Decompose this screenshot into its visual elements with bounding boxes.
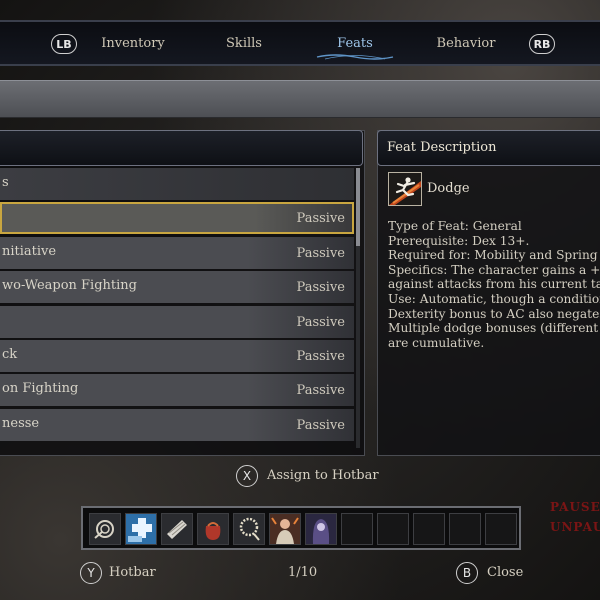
page-indicator: 1/10 <box>288 565 318 580</box>
header-strip <box>0 80 600 118</box>
hotbar-slot-9[interactable] <box>377 513 409 545</box>
feat-list-title-bar <box>0 130 363 166</box>
feat-row[interactable]: on Fighting Passive <box>0 374 354 407</box>
feat-type: Passive <box>296 348 345 364</box>
rope-coil-icon <box>90 514 120 544</box>
close-label[interactable]: Close <box>487 565 523 580</box>
x-button-icon[interactable]: X <box>236 465 258 487</box>
hotbar-slot-11[interactable] <box>449 513 481 545</box>
tab-behavior[interactable]: Behavior <box>437 36 496 51</box>
b-button-icon[interactable]: B <box>456 562 478 584</box>
tab-bar: LB Inventory Skills Feats Behavior RB <box>0 20 600 66</box>
hotbar <box>81 506 521 550</box>
hotbar-slot-2[interactable] <box>125 513 157 545</box>
hotbar-slot-12[interactable] <box>485 513 517 545</box>
feat-type: Passive <box>296 211 345 227</box>
feat-row-dodge[interactable]: Passive <box>0 202 354 235</box>
hotbar-slot-3[interactable] <box>161 513 193 545</box>
lb-button[interactable]: LB <box>51 34 77 54</box>
tab-inventory[interactable]: Inventory <box>101 36 165 51</box>
feat-list-scrollbar[interactable] <box>356 168 360 448</box>
hotbar-slot-1[interactable] <box>89 513 121 545</box>
feat-category-label: s <box>2 175 9 190</box>
hotbar-slot-7[interactable] <box>305 513 337 545</box>
description-line: are cumulative. <box>388 335 485 350</box>
feat-row[interactable]: nitiative Passive <box>0 236 354 269</box>
hotbar-slot-8[interactable] <box>341 513 373 545</box>
feat-row[interactable]: nesse Passive <box>0 408 354 441</box>
feat-type: Passive <box>296 280 345 296</box>
description-line: Use: Automatic, though a condition t <box>388 291 600 306</box>
bandage-icon <box>162 514 192 544</box>
feat-name: nesse <box>2 415 40 431</box>
feat-category-row[interactable]: s <box>0 168 354 200</box>
description-line: Required for: Mobility and Spring Att <box>388 248 600 263</box>
paused-indicator: PAUSE UNPAU <box>550 500 600 534</box>
feat-name: on Fighting <box>2 381 79 397</box>
feat-type: Passive <box>296 383 345 399</box>
rosary-icon <box>234 514 264 544</box>
healing-cross-icon <box>126 514 156 544</box>
unpause-text: UNPAU <box>550 520 600 534</box>
feat-list: s Passive nitiative Passive wo-Weapon Fi… <box>0 168 354 443</box>
dodge-feat-icon <box>388 172 422 206</box>
hotbar-label[interactable]: Hotbar <box>109 565 156 580</box>
hotbar-slot-4[interactable] <box>197 513 229 545</box>
hotbar-slot-6[interactable] <box>269 513 301 545</box>
description-line: against attacks from his current targe <box>388 277 600 292</box>
hotbar-slot-5[interactable] <box>233 513 265 545</box>
paused-text: PAUSE <box>550 500 600 514</box>
feat-row[interactable]: wo-Weapon Fighting Passive <box>0 271 354 304</box>
feat-type: Passive <box>296 245 345 261</box>
rb-button[interactable]: RB <box>529 34 555 54</box>
feat-type: Passive <box>296 417 345 433</box>
hooded-portrait-icon <box>306 514 336 544</box>
description-line: Prerequisite: Dex 13+. <box>388 233 530 248</box>
feat-row[interactable]: Passive <box>0 305 354 338</box>
scroll-thumb[interactable] <box>356 168 360 246</box>
feat-description-title: Feat Description <box>387 140 497 155</box>
tab-skills[interactable]: Skills <box>226 36 262 51</box>
hotbar-slot-10[interactable] <box>413 513 445 545</box>
description-line: Type of Feat: General <box>388 219 522 233</box>
active-tab-ornament-icon <box>316 54 394 60</box>
feat-row[interactable]: ck Passive <box>0 339 354 372</box>
description-line: Specifics: The character gains a +1 do <box>388 262 600 277</box>
description-line: Multiple dodge bonuses (different fea <box>388 321 600 336</box>
feat-name: wo-Weapon Fighting <box>2 278 137 294</box>
assign-to-hotbar-label[interactable]: Assign to Hotbar <box>267 468 379 483</box>
tab-feats[interactable]: Feats <box>337 36 373 51</box>
description-line: Dexterity bonus to AC also negates an <box>388 306 600 321</box>
feat-description-text: Type of Feat: General Prerequisite: Dex … <box>388 219 600 350</box>
feat-name: ck <box>2 346 18 362</box>
feat-description-title-bar: Feat Description <box>377 130 600 166</box>
feat-name: nitiative <box>2 243 57 259</box>
feat-type: Passive <box>296 314 345 330</box>
feat-name-label: Dodge <box>427 181 470 196</box>
pouch-icon <box>198 514 228 544</box>
character-portrait-icon <box>270 514 300 544</box>
y-button-icon[interactable]: Y <box>80 562 102 584</box>
